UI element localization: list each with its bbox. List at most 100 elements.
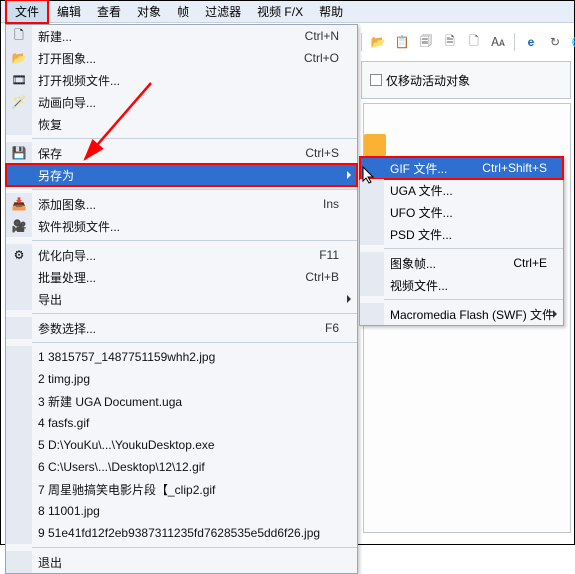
gutter bbox=[6, 113, 32, 135]
menu-item[interactable]: 另存为 bbox=[6, 164, 357, 186]
paste-icon[interactable]: 📋 bbox=[394, 34, 410, 50]
menu-item-label: 7 周星驰搞笑电影片段【_clip2.gif bbox=[32, 481, 357, 498]
menu-item[interactable]: 1 3815757_1487751159whh2.jpg bbox=[6, 346, 357, 368]
menu-item[interactable]: 3 新建 UGA Document.uga bbox=[6, 390, 357, 412]
menu-item[interactable]: 📥添加图象...Ins bbox=[6, 193, 357, 215]
menu-item[interactable]: 7 周星驰搞笑电影片段【_clip2.gif bbox=[6, 478, 357, 500]
copy-icon[interactable]: 🗐 bbox=[418, 34, 434, 50]
gutter bbox=[6, 266, 32, 288]
menu-item[interactable]: 🎥软件视频文件... bbox=[6, 215, 357, 237]
menu-help[interactable]: 帮助 bbox=[311, 1, 351, 22]
text-icon[interactable]: 🗛 bbox=[490, 34, 506, 50]
submenu-arrow-icon bbox=[347, 295, 351, 303]
doc-icon[interactable]: 🗎 bbox=[442, 34, 458, 50]
submenu-item-label: Macromedia Flash (SWF) 文件 bbox=[384, 306, 563, 323]
new-doc-icon: 🗋 bbox=[6, 25, 32, 47]
gutter bbox=[360, 223, 384, 245]
submenu-item[interactable]: 图象帧...Ctrl+E bbox=[360, 252, 563, 274]
gutter bbox=[360, 252, 384, 274]
menu-item-label: 退出 bbox=[32, 554, 357, 571]
menu-item[interactable]: 恢复 bbox=[6, 113, 357, 135]
submenu-item-label: UFO 文件... bbox=[384, 204, 563, 221]
menu-item[interactable]: 5 D:\YouKu\...\YoukuDesktop.exe bbox=[6, 434, 357, 456]
save-as-submenu: GIF 文件...Ctrl+Shift+SUGA 文件...UFO 文件...P… bbox=[359, 156, 564, 326]
menu-item[interactable]: 📂打开图象...Ctrl+O bbox=[6, 47, 357, 69]
menu-item-shortcut: Ctrl+S bbox=[277, 146, 357, 160]
menu-item[interactable]: 6 C:\Users\...\Desktop\12\12.gif bbox=[6, 456, 357, 478]
submenu-item[interactable]: GIF 文件...Ctrl+Shift+S bbox=[360, 157, 563, 179]
file-menu-dropdown: 🗋新建...Ctrl+N📂打开图象...Ctrl+O🎞打开视频文件...🪄动画向… bbox=[5, 24, 358, 574]
submenu-item-label: PSD 文件... bbox=[384, 226, 563, 243]
submenu-item-label: 图象帧... bbox=[384, 255, 513, 272]
separator bbox=[361, 33, 362, 51]
gutter bbox=[6, 368, 32, 390]
gutter bbox=[6, 288, 32, 310]
submenu-item-label: GIF 文件... bbox=[384, 160, 482, 177]
menu-item[interactable]: 🎞打开视频文件... bbox=[6, 69, 357, 91]
menu-item[interactable]: 4 fasfs.gif bbox=[6, 412, 357, 434]
gutter bbox=[6, 478, 32, 500]
redo-icon[interactable]: ↻ bbox=[547, 34, 563, 50]
menu-filter[interactable]: 过滤器 bbox=[197, 1, 249, 22]
submenu-item-shortcut: Ctrl+Shift+S bbox=[482, 161, 563, 175]
menu-item[interactable]: 退出 bbox=[6, 551, 357, 573]
menu-item[interactable]: 9 51e41fd12f2eb9387311235fd7628535e5dd6f… bbox=[6, 522, 357, 544]
gutter bbox=[6, 317, 32, 339]
menu-item[interactable]: 🗋新建...Ctrl+N bbox=[6, 25, 357, 47]
separator bbox=[384, 248, 563, 249]
menu-item-label: 软件视频文件... bbox=[32, 218, 357, 235]
gutter bbox=[360, 179, 384, 201]
gutter bbox=[6, 500, 32, 522]
gutter bbox=[6, 346, 32, 368]
submenu-item[interactable]: Macromedia Flash (SWF) 文件 bbox=[360, 303, 563, 325]
submenu-item[interactable]: PSD 文件... bbox=[360, 223, 563, 245]
gutter bbox=[6, 522, 32, 544]
submenu-item[interactable]: 视频文件... bbox=[360, 274, 563, 296]
menu-item-label: 优化向导... bbox=[32, 247, 277, 264]
thumbnail-icon[interactable] bbox=[364, 134, 386, 156]
menu-item-label: 6 C:\Users\...\Desktop\12\12.gif bbox=[32, 460, 357, 474]
menubar: 文件 编辑 查看 对象 帧 过滤器 视频 F/X 帮助 bbox=[1, 1, 574, 23]
menu-edit[interactable]: 编辑 bbox=[49, 1, 89, 22]
submenu-item[interactable]: UFO 文件... bbox=[360, 201, 563, 223]
menu-item-label: 新建... bbox=[32, 28, 277, 45]
submenu-arrow-icon bbox=[553, 310, 557, 318]
open-icon[interactable]: 📂 bbox=[370, 34, 386, 50]
separator bbox=[32, 240, 357, 241]
menu-item[interactable]: 导出 bbox=[6, 288, 357, 310]
move-active-checkbox[interactable] bbox=[370, 74, 382, 86]
gutter bbox=[6, 551, 32, 573]
menu-item-shortcut: Ins bbox=[277, 197, 357, 211]
toolbar-right: 📂 📋 🗐 🗎 🗋 🗛 e ↻ 🌐 bbox=[361, 29, 575, 55]
menu-item-label: 导出 bbox=[32, 291, 357, 308]
optimize-icon: ⚙ bbox=[6, 244, 32, 266]
menu-frame[interactable]: 帧 bbox=[169, 1, 197, 22]
new-icon[interactable]: 🗋 bbox=[466, 34, 482, 50]
menu-item-label: 打开图象... bbox=[32, 50, 277, 67]
menu-item[interactable]: 💾保存Ctrl+S bbox=[6, 142, 357, 164]
globe-icon[interactable]: 🌐 bbox=[571, 34, 575, 50]
save-icon: 💾 bbox=[6, 142, 32, 164]
menu-videofx[interactable]: 视频 F/X bbox=[249, 1, 311, 22]
separator bbox=[384, 299, 563, 300]
menu-item-label: 批量处理... bbox=[32, 269, 277, 286]
menu-item[interactable]: ⚙优化向导...F11 bbox=[6, 244, 357, 266]
menu-item[interactable]: 8 11001.jpg bbox=[6, 500, 357, 522]
separator bbox=[32, 138, 357, 139]
menu-item[interactable]: 批量处理...Ctrl+B bbox=[6, 266, 357, 288]
gutter bbox=[6, 390, 32, 412]
menu-item[interactable]: 2 timg.jpg bbox=[6, 368, 357, 390]
menu-item-label: 保存 bbox=[32, 145, 277, 162]
menu-item[interactable]: 🪄动画向导... bbox=[6, 91, 357, 113]
menu-item-label: 动画向导... bbox=[32, 94, 357, 111]
open-img-icon: 📂 bbox=[6, 47, 32, 69]
menu-object[interactable]: 对象 bbox=[129, 1, 169, 22]
submenu-item[interactable]: UGA 文件... bbox=[360, 179, 563, 201]
menu-file[interactable]: 文件 bbox=[5, 0, 49, 24]
menu-item-label: 1 3815757_1487751159whh2.jpg bbox=[32, 350, 357, 364]
gutter bbox=[360, 157, 384, 179]
move-active-label: 仅移动活动对象 bbox=[386, 72, 470, 89]
menu-view[interactable]: 查看 bbox=[89, 1, 129, 22]
ie-icon[interactable]: e bbox=[523, 34, 539, 50]
menu-item[interactable]: 参数选择...F6 bbox=[6, 317, 357, 339]
